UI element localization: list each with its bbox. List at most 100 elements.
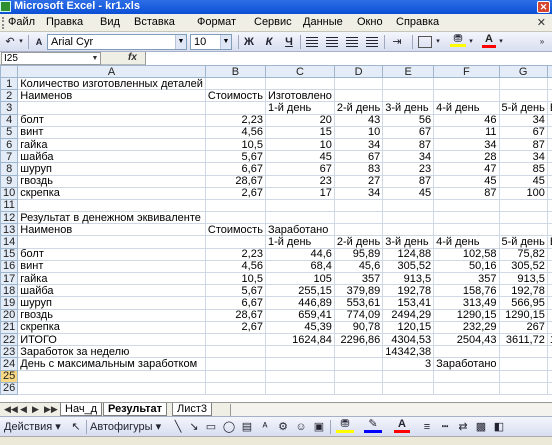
cell-h4[interactable]: 199 xyxy=(546,113,552,127)
cell-d2[interactable] xyxy=(333,89,384,103)
cell-h25[interactable] xyxy=(546,369,552,383)
cell-c6[interactable]: 10 xyxy=(264,137,335,152)
cell-b15[interactable]: 2,23 xyxy=(204,247,266,261)
row-header-20[interactable]: 20 xyxy=(0,308,19,322)
cell-a13[interactable]: Наименов xyxy=(17,223,206,237)
last-sheet-icon[interactable]: ▶▶ xyxy=(44,404,58,415)
toolbar-options-icon[interactable]: » xyxy=(536,34,548,50)
cell-a24[interactable]: День с максимальным заработком xyxy=(17,357,206,371)
next-sheet-icon[interactable]: ▶ xyxy=(32,404,39,415)
cell-e18[interactable]: 192,78 xyxy=(382,284,435,298)
horizontal-scrollbar[interactable] xyxy=(230,404,552,416)
cell-e26[interactable] xyxy=(382,381,435,395)
column-header-f[interactable]: F xyxy=(433,65,500,78)
row-header-17[interactable]: 17 xyxy=(0,271,19,286)
row-header-7[interactable]: 7 xyxy=(0,150,19,164)
cell-a3[interactable] xyxy=(17,101,206,115)
menu-grip-handle[interactable] xyxy=(2,17,5,29)
cell-e1[interactable] xyxy=(382,76,435,91)
select-objects-icon[interactable]: ↖ xyxy=(70,419,82,435)
cell-c10[interactable]: 17 xyxy=(264,186,335,200)
name-box[interactable]: I25 ▼ xyxy=(1,52,101,65)
cell-f11[interactable] xyxy=(433,198,500,213)
cell-f24[interactable]: Заработано xyxy=(433,357,500,371)
cell-a16[interactable]: винт xyxy=(17,259,206,274)
cell-d8[interactable]: 83 xyxy=(333,162,384,176)
cell-d23[interactable] xyxy=(333,345,384,359)
cell-f25[interactable] xyxy=(433,369,500,383)
cell-f16[interactable]: 50,16 xyxy=(433,259,500,274)
close-window-button[interactable]: ✕ xyxy=(537,1,550,13)
cell-f21[interactable]: 232,29 xyxy=(433,320,500,334)
cell-d21[interactable]: 90,78 xyxy=(333,320,384,334)
cell-b6[interactable]: 10,5 xyxy=(204,137,266,152)
borders-dropdown-icon[interactable]: ▾ xyxy=(434,34,442,50)
cell-d3[interactable]: 2-й день xyxy=(333,101,384,115)
cell-d1[interactable] xyxy=(333,76,384,91)
chevron-down-icon[interactable]: ▼ xyxy=(175,35,186,49)
cell-g15[interactable]: 75,82 xyxy=(498,247,548,261)
cell-c26[interactable] xyxy=(264,381,335,395)
cell-h1[interactable] xyxy=(546,76,552,91)
cell-c5[interactable]: 15 xyxy=(264,125,335,139)
cell-a6[interactable]: гайка xyxy=(17,137,206,152)
cell-b21[interactable]: 2,67 xyxy=(204,320,266,334)
menu-item-insert[interactable]: Вставка xyxy=(134,16,175,28)
cell-f26[interactable] xyxy=(433,381,500,395)
cell-a19[interactable]: шуруп xyxy=(17,296,206,310)
cell-c9[interactable]: 23 xyxy=(264,174,335,188)
cell-g16[interactable]: 305,52 xyxy=(498,259,548,274)
cell-f6[interactable]: 34 xyxy=(433,137,500,152)
cell-e11[interactable] xyxy=(382,198,435,213)
menu-item-format[interactable]: Формат xyxy=(197,16,236,28)
cell-b19[interactable]: 6,67 xyxy=(204,296,266,310)
cell-h16[interactable]: 775,2 xyxy=(546,259,552,274)
cell-a15[interactable]: болт xyxy=(17,247,206,261)
cell-a2[interactable]: Наименов xyxy=(17,89,206,103)
cell-g8[interactable]: 85 xyxy=(498,162,548,176)
cell-h12[interactable] xyxy=(546,211,552,225)
row-header-11[interactable]: 11 xyxy=(0,198,19,213)
menu-item-tools[interactable]: Сервис xyxy=(254,16,292,28)
cell-c11[interactable] xyxy=(264,198,335,213)
cell-g2[interactable] xyxy=(498,89,548,103)
cell-e19[interactable]: 153,41 xyxy=(382,296,435,310)
cell-h20[interactable]: 6508,09 xyxy=(546,308,552,322)
row-header-25[interactable]: 25 xyxy=(0,369,19,383)
row-header-26[interactable]: 26 xyxy=(0,381,19,395)
column-header-a[interactable]: A xyxy=(17,65,206,78)
cell-d12[interactable] xyxy=(333,211,384,225)
column-header-b[interactable]: B xyxy=(204,65,266,78)
cell-h3[interactable]: Всего xyxy=(546,101,552,115)
cell-e17[interactable]: 913,5 xyxy=(382,271,435,286)
cell-f20[interactable]: 1290,15 xyxy=(433,308,500,322)
textbox-icon[interactable]: ▤ xyxy=(240,419,254,435)
cell-c16[interactable]: 68,4 xyxy=(264,259,335,274)
cell-g19[interactable]: 566,95 xyxy=(498,296,548,310)
cell-d14[interactable]: 2-й день xyxy=(333,235,384,249)
font-color-icon[interactable]: A xyxy=(482,34,496,50)
menu-item-window[interactable]: Окно xyxy=(357,16,383,28)
sheet-tab-list3[interactable]: Лист3 xyxy=(172,403,213,416)
cell-c7[interactable]: 45 xyxy=(264,150,335,164)
cell-h22[interactable]: 14342,38 xyxy=(546,332,552,347)
cell-f17[interactable]: 357 xyxy=(433,271,500,286)
cell-c14[interactable]: 1-й день xyxy=(264,235,335,249)
borders-icon[interactable] xyxy=(418,36,432,48)
cell-b2[interactable]: Стоимость xyxy=(204,89,266,103)
underline-button[interactable]: Ч xyxy=(282,34,296,50)
cell-c22[interactable]: 1624,84 xyxy=(264,332,335,347)
row-header-15[interactable]: 15 xyxy=(0,247,19,261)
cell-d7[interactable]: 67 xyxy=(333,150,384,164)
cell-a21[interactable]: скрепка xyxy=(17,320,206,334)
cell-f14[interactable]: 4-й день xyxy=(433,235,500,249)
diagram-icon[interactable]: ⚙ xyxy=(276,419,290,435)
cell-e3[interactable]: 3-й день xyxy=(382,101,435,115)
cell-h11[interactable] xyxy=(546,198,552,213)
cell-d25[interactable] xyxy=(333,369,384,383)
oval-icon[interactable]: ◯ xyxy=(222,419,236,435)
fill-color-dropdown-icon[interactable]: ▾ xyxy=(467,34,475,50)
cell-h7[interactable]: 208 xyxy=(546,150,552,164)
cell-a18[interactable]: шайба xyxy=(17,284,206,298)
cell-d10[interactable]: 34 xyxy=(333,186,384,200)
